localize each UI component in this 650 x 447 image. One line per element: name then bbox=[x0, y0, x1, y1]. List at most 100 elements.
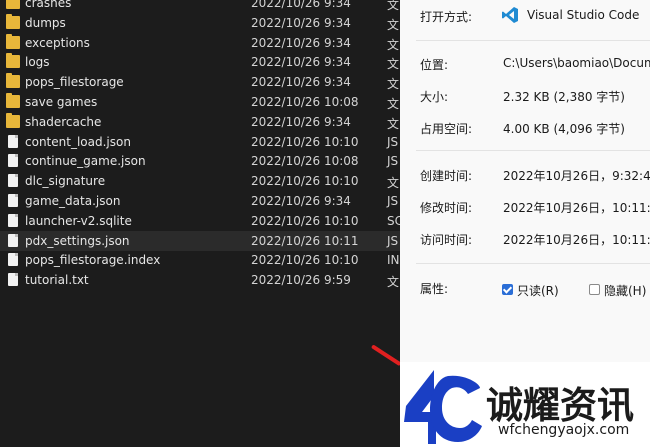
file-type: 文 bbox=[387, 275, 400, 290]
file-date: 2022/10/26 9:34 bbox=[251, 114, 351, 129]
file-type: 文 bbox=[387, 57, 400, 72]
file-row[interactable]: pops_filestorage 2022/10/26 9:34 文 bbox=[0, 72, 400, 92]
file-date: 2022/10/26 10:11 bbox=[251, 233, 359, 248]
folder-icon bbox=[6, 73, 20, 89]
file-row[interactable]: dumps 2022/10/26 9:34 文 bbox=[0, 13, 400, 33]
file-date: 2022/10/26 10:08 bbox=[251, 154, 359, 169]
file-type: 文 bbox=[387, 97, 400, 111]
file-row[interactable]: save games 2022/10/26 10:08 文 bbox=[0, 92, 400, 112]
file-row[interactable]: exceptions 2022/10/26 9:34 文 bbox=[0, 33, 400, 53]
file-row[interactable]: logs 2022/10/26 9:34 文 bbox=[0, 52, 400, 72]
file-row[interactable]: continue_game.json 2022/10/26 10:08 JS bbox=[0, 151, 400, 171]
watermark-url: wfchengyaojx.com bbox=[498, 422, 630, 438]
file-type: JS bbox=[387, 233, 399, 248]
file-date: 2022/10/26 9:34 bbox=[251, 0, 351, 10]
file-name: game_data.json bbox=[25, 194, 121, 208]
file-date: 2022/10/26 10:10 bbox=[251, 134, 359, 149]
hidden-checkbox[interactable] bbox=[589, 284, 600, 295]
hidden-label[interactable]: 隐藏(H) bbox=[604, 282, 646, 299]
file-row[interactable]: tutorial.txt 2022/10/26 9:59 文 bbox=[0, 270, 400, 290]
file-type: JS bbox=[387, 194, 399, 208]
file-icon bbox=[8, 194, 18, 207]
file-date: 2022/10/26 9:59 bbox=[251, 273, 351, 288]
watermark-text: 诚耀资讯 bbox=[486, 384, 634, 427]
accessed-value: 2022年10月26日，10:11:00 bbox=[503, 233, 650, 247]
readonly-checkbox[interactable] bbox=[502, 284, 513, 295]
file-type: JS bbox=[387, 154, 399, 169]
file-date: 2022/10/26 9:34 bbox=[251, 35, 351, 50]
folder-icon bbox=[6, 33, 20, 49]
created-value: 2022年10月26日，9:32:45 bbox=[503, 169, 650, 183]
file-date: 2022/10/26 9:34 bbox=[251, 75, 351, 90]
divider bbox=[416, 150, 650, 151]
divider bbox=[416, 40, 650, 41]
file-name: logs bbox=[25, 55, 50, 70]
file-name: save games bbox=[25, 95, 98, 109]
disk-size-value: 4.00 KB (4,096 字节) bbox=[503, 122, 625, 136]
file-row[interactable]: pdx_settings.json 2022/10/26 10:11 JS bbox=[0, 230, 400, 251]
file-row[interactable]: crashes 2022/10/26 9:34 文 bbox=[0, 0, 400, 13]
file-type: 文 bbox=[387, 17, 400, 32]
watermark-logo-icon bbox=[404, 370, 482, 444]
file-icon bbox=[8, 174, 18, 188]
folder-icon bbox=[6, 93, 20, 108]
folder-icon bbox=[6, 112, 20, 128]
file-name: pops_filestorage.index bbox=[25, 253, 161, 268]
file-row[interactable]: launcher-v2.sqlite 2022/10/26 10:10 SC bbox=[0, 211, 403, 231]
file-name: dlc_signature bbox=[25, 174, 106, 189]
open-with-value: Visual Studio Code bbox=[527, 8, 640, 22]
file-type: 文 bbox=[387, 116, 400, 131]
file-icon bbox=[8, 233, 18, 247]
file-name: dumps bbox=[25, 15, 66, 30]
location-value: C:\Users\baomiao\Docume bbox=[503, 56, 650, 70]
file-type: JS bbox=[387, 134, 399, 149]
file-icon bbox=[8, 273, 18, 287]
file-name: pdx_settings.json bbox=[25, 233, 130, 248]
file-name: crashes bbox=[25, 0, 72, 10]
modified-label: 修改时间: bbox=[420, 201, 473, 215]
file-type: IN bbox=[387, 253, 400, 268]
file-name: pops_filestorage bbox=[25, 75, 124, 90]
file-name: continue_game.json bbox=[25, 154, 146, 169]
file-name: tutorial.txt bbox=[25, 273, 89, 288]
file-date: 2022/10/26 10:10 bbox=[251, 174, 359, 189]
folder-icon bbox=[6, 0, 20, 9]
file-icon bbox=[8, 213, 18, 227]
file-type: 文 bbox=[387, 0, 400, 12]
file-row[interactable]: shadercache 2022/10/26 9:34 文 bbox=[0, 112, 400, 132]
file-icon bbox=[8, 253, 18, 267]
folder-icon bbox=[6, 53, 20, 69]
file-row[interactable]: pops_filestorage.index 2022/10/26 10:10 IN bbox=[0, 250, 400, 270]
location-label: 位置: bbox=[420, 58, 449, 72]
attributes-label: 属性: bbox=[420, 282, 449, 296]
file-name: exceptions bbox=[25, 35, 90, 50]
file-row[interactable]: content_load.json 2022/10/26 10:10 JS bbox=[0, 132, 400, 152]
file-name: launcher-v2.sqlite bbox=[25, 213, 132, 228]
file-date: 2022/10/26 9:34 bbox=[251, 55, 351, 70]
file-date: 2022/10/26 10:08 bbox=[251, 95, 359, 109]
accessed-label: 访问时间: bbox=[420, 233, 473, 247]
vscode-icon bbox=[502, 7, 518, 23]
size-value: 2.32 KB (2,380 字节) bbox=[503, 90, 625, 104]
modified-value: 2022年10月26日，10:11:00 bbox=[503, 201, 650, 215]
file-name: shadercache bbox=[25, 114, 102, 129]
folder-icon bbox=[6, 13, 20, 29]
file-date: 2022/10/26 10:10 bbox=[251, 253, 359, 268]
file-type: 文 bbox=[387, 176, 400, 191]
file-icon bbox=[8, 154, 18, 168]
file-type: 文 bbox=[387, 37, 400, 52]
file-row[interactable]: dlc_signature 2022/10/26 10:10 文 bbox=[0, 171, 400, 191]
file-date: 2022/10/26 9:34 bbox=[251, 194, 351, 208]
open-with-label: 打开方式: bbox=[420, 10, 473, 24]
file-name: content_load.json bbox=[25, 134, 131, 149]
size-label: 大小: bbox=[420, 90, 449, 104]
readonly-label[interactable]: 只读(R) bbox=[517, 282, 559, 299]
disk-size-label: 占用空间: bbox=[420, 122, 473, 136]
file-date: 2022/10/26 10:10 bbox=[251, 213, 359, 228]
file-date: 2022/10/26 9:34 bbox=[251, 15, 351, 30]
file-row[interactable]: game_data.json 2022/10/26 9:34 JS bbox=[0, 191, 400, 211]
file-type: 文 bbox=[387, 77, 400, 92]
file-list-pane: crashes 2022/10/26 9:34 文 dumps 2022/10/26 9… bbox=[0, 0, 403, 447]
created-label: 创建时间: bbox=[420, 169, 473, 183]
file-icon bbox=[8, 134, 18, 148]
